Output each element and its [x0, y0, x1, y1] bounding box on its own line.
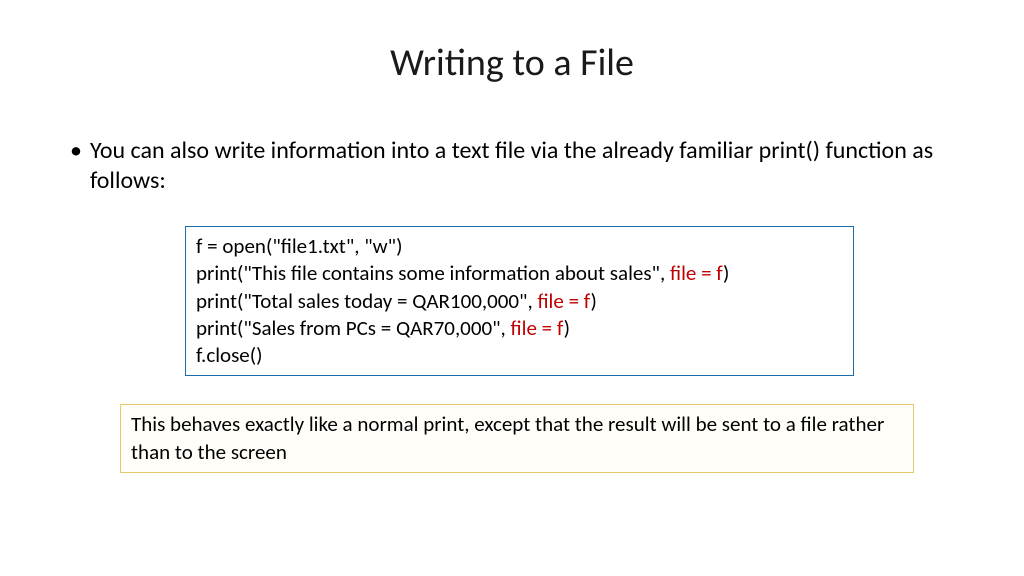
code-text: print("Sales from PCs = QAR70,000",	[196, 315, 511, 341]
code-text: print("This file contains some informati…	[196, 260, 670, 286]
code-text: )	[591, 288, 597, 314]
code-text: )	[564, 315, 570, 341]
code-line-5: f.close()	[196, 342, 843, 369]
code-line-1: f = open("file1.txt", "w")	[196, 233, 843, 260]
code-block: f = open("file1.txt", "w") print("This f…	[185, 226, 854, 376]
bullet-item: • You can also write information into a …	[70, 136, 954, 196]
code-text: print("Total sales today = QAR100,000",	[196, 288, 537, 314]
bullet-dot-icon: •	[70, 136, 82, 166]
code-line-3: print("Total sales today = QAR100,000", …	[196, 288, 843, 315]
code-line-2: print("This file contains some informati…	[196, 260, 843, 287]
note-text: This behaves exactly like a normal print…	[131, 411, 903, 466]
code-highlight: file = f	[670, 260, 723, 286]
code-line-4: print("Sales from PCs = QAR70,000", file…	[196, 315, 843, 342]
slide-title: Writing to a File	[50, 40, 974, 86]
note-block: This behaves exactly like a normal print…	[120, 404, 914, 473]
slide-container: Writing to a File • You can also write i…	[0, 0, 1024, 576]
code-highlight: file = f	[511, 315, 564, 341]
code-highlight: file = f	[537, 288, 590, 314]
bullet-text: You can also write information into a te…	[90, 136, 954, 196]
code-text: )	[723, 260, 729, 286]
